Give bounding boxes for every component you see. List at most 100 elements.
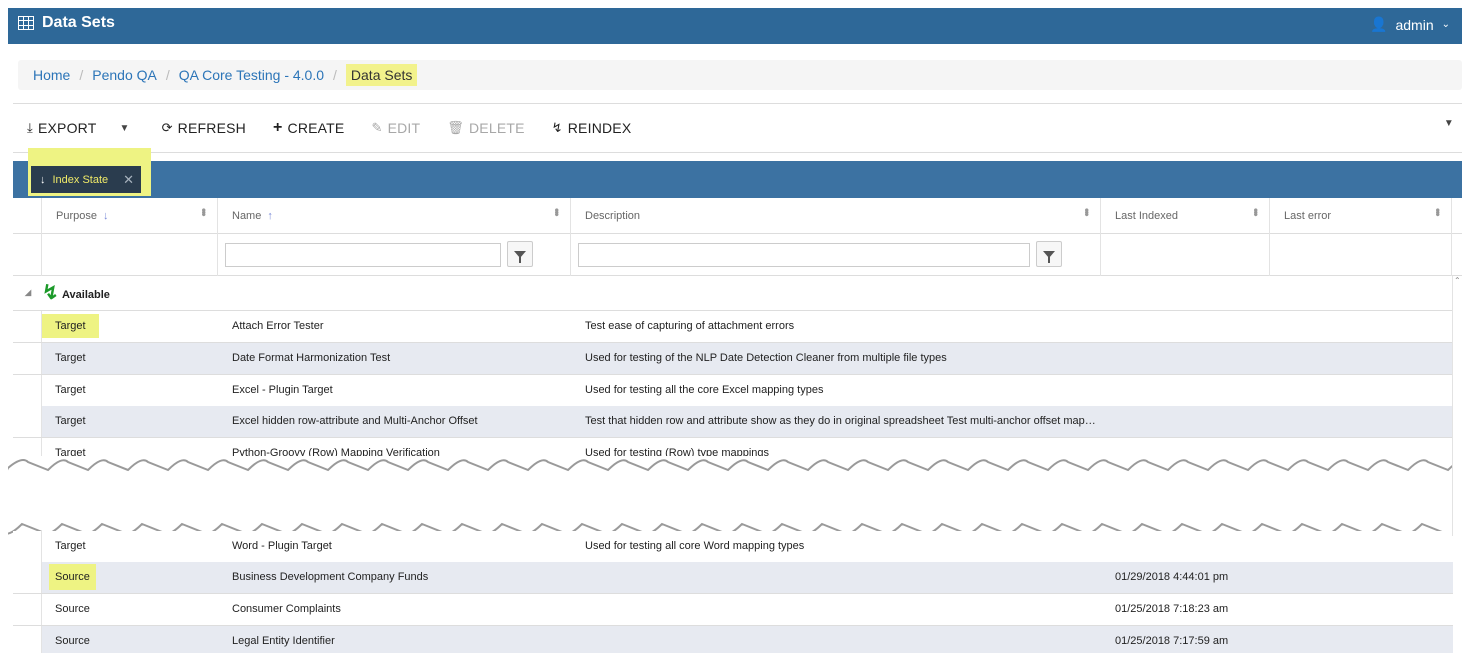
reindex-button[interactable]: ↯ REINDEX (552, 120, 632, 136)
bolt-icon: ↯ (551, 120, 563, 135)
column-label: Purpose (56, 210, 97, 222)
export-label: EXPORT (37, 120, 97, 136)
table-row[interactable]: Target Excel - Plugin Target Used for te… (13, 375, 1453, 407)
breadcrumb-qa-core-testing[interactable]: QA Core Testing - 4.0.0 (179, 67, 324, 83)
column-menu-icon[interactable]: ••• (550, 208, 564, 215)
name-filter-button[interactable] (507, 241, 533, 267)
create-button[interactable]: + CREATE (273, 119, 345, 137)
filter-cell-name (218, 234, 571, 276)
filter-icon (1043, 250, 1055, 263)
breadcrumb-home[interactable]: Home (33, 67, 70, 83)
bolt-icon: ↯ (42, 282, 59, 304)
cell-name: Business Development Company Funds (232, 571, 429, 583)
column-label: Last error (1284, 210, 1332, 222)
column-header-last-indexed[interactable]: Last Indexed ••• (1101, 198, 1270, 234)
purpose-text: Source (49, 564, 96, 590)
table-row[interactable]: Target Date Format Harmonization Test Us… (13, 343, 1453, 375)
table-row[interactable]: Target Word - Plugin Target Used for tes… (13, 531, 1453, 563)
refresh-icon: ⟳ (161, 120, 173, 135)
column-label: Name (232, 210, 262, 222)
plus-icon: + (272, 119, 283, 136)
trash-icon: 🗑 (447, 120, 464, 135)
refresh-button[interactable]: ⟳ REFRESH (162, 120, 246, 136)
cell-name: Attach Error Tester (232, 320, 324, 332)
cell-description: Test that hidden row and attribute show … (585, 415, 1096, 427)
table-icon (18, 16, 34, 30)
cell-purpose: Source (49, 564, 96, 590)
cell-name: Consumer Complaints (232, 603, 341, 615)
group-chip-label: Index State (52, 173, 109, 186)
export-dropdown-caret[interactable]: ▼ (119, 123, 129, 134)
grid-header: Purpose ↓ ••• Name ↑ ••• Description ••• L… (13, 198, 1462, 234)
cell-purpose: Target (42, 314, 99, 338)
group-chip-index-state[interactable]: ↓ Index State ✕ (31, 166, 141, 193)
column-header-description[interactable]: Description ••• (571, 198, 1101, 234)
cell-purpose: Target (55, 415, 86, 427)
delete-button[interactable]: 🗑 DELETE (447, 120, 524, 136)
table-row[interactable]: Source Business Development Company Fund… (13, 562, 1453, 594)
close-icon[interactable]: ✕ (123, 172, 134, 188)
delete-label: DELETE (468, 120, 525, 136)
grouping-bar (13, 161, 1462, 198)
row-gutter (13, 594, 42, 625)
row-gutter (13, 343, 42, 374)
breadcrumb-current: Data Sets (345, 64, 418, 86)
collapse-triangle-icon[interactable]: ◢ (25, 288, 31, 297)
cell-purpose: Source (55, 603, 90, 615)
table-row[interactable]: Source Consumer Complaints 01/25/2018 7:… (13, 594, 1453, 626)
scroll-up-icon[interactable]: ⌃ (1454, 276, 1461, 285)
column-menu-icon[interactable]: ••• (1249, 208, 1263, 215)
cell-description: Used for testing all core Word mapping t… (585, 540, 805, 552)
app-title: Data Sets (42, 14, 115, 31)
cell-description: Used for testing of the NLP Date Detecti… (585, 352, 947, 364)
edit-button[interactable]: ✎ EDIT (371, 120, 420, 136)
column-label: Last Indexed (1115, 210, 1178, 222)
toolbar-menu-caret[interactable]: ▼ (1444, 118, 1454, 129)
filter-cell-purpose (42, 234, 218, 276)
user-menu[interactable]: 👤 admin ⌄ (1370, 16, 1450, 33)
edit-icon: ✎ (371, 120, 383, 135)
filter-cell-last-indexed (1101, 234, 1270, 276)
breadcrumb-separator: / (333, 67, 337, 83)
column-header-name[interactable]: Name ↑ ••• (218, 198, 571, 234)
app-brand[interactable]: Data Sets (18, 14, 115, 32)
torn-edge-divider (8, 456, 1462, 538)
cell-description: Used for testing all the core Excel mapp… (585, 384, 824, 396)
column-menu-icon[interactable]: ••• (1431, 208, 1445, 215)
table-row[interactable]: Target Attach Error Tester Test ease of … (13, 311, 1453, 343)
column-menu-icon[interactable]: ••• (197, 208, 211, 215)
table-row[interactable]: Target Excel hidden row-attribute and Mu… (13, 406, 1453, 438)
column-header-purpose[interactable]: Purpose ↓ ••• (42, 198, 218, 234)
name-filter-input[interactable] (225, 243, 501, 267)
row-gutter (13, 406, 42, 437)
breadcrumb-separator: / (79, 67, 84, 83)
create-label: CREATE (287, 120, 345, 136)
cell-description: Test ease of capturing of attachment err… (585, 320, 795, 332)
group-label: Available (62, 289, 110, 301)
row-gutter (13, 626, 42, 653)
description-filter-button[interactable] (1036, 241, 1062, 267)
filter-cell-description (571, 234, 1101, 276)
cell-purpose: Source (55, 635, 90, 647)
breadcrumb-separator: / (165, 67, 170, 83)
sort-down-icon: ↓ (40, 173, 46, 186)
cell-purpose: Target (55, 384, 86, 396)
cell-last-indexed: 01/25/2018 7:18:23 am (1115, 603, 1229, 615)
purpose-text: Target (42, 314, 99, 338)
cell-purpose: Target (55, 352, 86, 364)
vertical-scrollbar[interactable]: ⌃ (1452, 276, 1462, 536)
row-gutter (13, 375, 42, 406)
group-row-available[interactable]: ◢ ↯ Available (13, 276, 1462, 311)
toolbar: ⤓ EXPORT ▼ ⟳ REFRESH + CREATE ✎ EDIT 🗑 D… (13, 103, 1462, 153)
header-gutter (13, 198, 42, 234)
export-button[interactable]: ⤓ EXPORT (27, 120, 96, 136)
table-row[interactable]: Source Legal Entity Identifier 01/25/201… (13, 626, 1453, 653)
sort-asc-icon: ↑ (267, 210, 273, 222)
column-header-last-error[interactable]: Last error ••• (1270, 198, 1452, 234)
breadcrumb-pendo-qa[interactable]: Pendo QA (92, 67, 157, 83)
description-filter-input[interactable] (578, 243, 1030, 267)
row-gutter (13, 531, 42, 562)
filter-gutter (13, 234, 42, 276)
cell-name: Legal Entity Identifier (232, 635, 335, 647)
column-menu-icon[interactable]: ••• (1080, 208, 1094, 215)
